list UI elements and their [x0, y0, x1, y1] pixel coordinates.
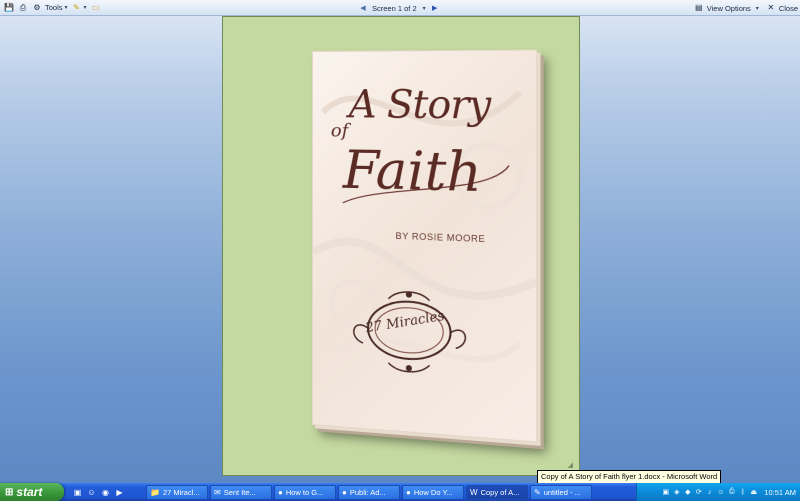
shield-icon[interactable]: ◈ — [672, 488, 681, 497]
start-label: start — [16, 485, 43, 499]
ornament-emblem — [343, 281, 477, 380]
firefox-icon: ● — [278, 487, 283, 497]
paint-icon: ✎ — [534, 487, 541, 497]
taskbar-item-label: Copy of A... — [480, 487, 520, 497]
taskbar-item-label: How Do Y... — [413, 487, 453, 497]
chevron-down-icon[interactable]: ▾ — [756, 5, 759, 12]
save-icon[interactable]: 💾 — [4, 3, 14, 13]
taskbar-item-label: Publi: Ad... — [349, 487, 386, 497]
taskbar-item[interactable]: ● How to G... — [274, 484, 336, 500]
start-button[interactable]: ⊞ start — [0, 483, 64, 501]
comment-icon[interactable]: ▭ — [91, 3, 101, 13]
document-page[interactable]: A Story of Faith BY ROSIE MOORE 27 Mirac… — [222, 16, 580, 476]
windows-logo-icon: ⊞ — [5, 486, 14, 498]
taskbar-item-label: Sent Ite... — [223, 487, 256, 497]
taskbar-item[interactable]: ✎ untitled - ... — [530, 484, 592, 500]
tools-icon: ⚙ — [33, 2, 41, 12]
system-tray: ▣ ◈ ◆ ⟳ ♪ ☺ ⎙ ᛒ ⏏ 10:51 AM — [636, 483, 800, 501]
view-options-button[interactable]: View Options — [707, 4, 751, 13]
flyer-title-line-3: Faith — [342, 140, 482, 205]
taskbar-item-label: untitled - ... — [543, 487, 581, 497]
firefox-icon: ● — [342, 487, 347, 497]
volume-icon[interactable]: ♪ — [705, 488, 714, 497]
right-toolbar: ▤ View Options ▾ ✕ Close — [690, 0, 798, 16]
taskbar-item[interactable]: ✉ Sent Ite... — [210, 484, 272, 500]
taskbar-tooltip: Copy of A Story of Faith flyer 1.docx - … — [537, 470, 722, 484]
taskbar: ⊞ start ▣ ☺ ◉ ▶ 📁 27 Miracl... ✉ Sent It… — [0, 483, 800, 501]
update-icon[interactable]: ⟳ — [694, 488, 703, 497]
screen-indicator[interactable]: Screen 1 of 2 — [372, 4, 417, 13]
previous-screen-icon[interactable]: ◀ — [358, 2, 368, 14]
print-icon[interactable]: ⎙ — [18, 3, 28, 13]
flyer-image: A Story of Faith BY ROSIE MOORE 27 Mirac… — [312, 49, 538, 443]
network-icon[interactable]: ▣ — [661, 488, 670, 497]
show-desktop-icon[interactable]: ▣ — [72, 487, 83, 498]
tools-menu[interactable]: Tools — [45, 3, 63, 12]
chevron-down-icon[interactable]: ▾ — [84, 4, 87, 11]
messenger-icon[interactable]: ☺ — [716, 488, 725, 497]
firefox-icon: ● — [406, 487, 411, 497]
outlook-icon: ✉ — [214, 487, 221, 497]
antivirus-icon[interactable]: ◆ — [683, 488, 692, 497]
folder-icon: 📁 — [150, 487, 160, 497]
safely-remove-icon[interactable]: ⏏ — [749, 488, 758, 497]
taskbar-item[interactable]: ● How Do Y... — [402, 484, 464, 500]
media-icon[interactable]: ▶ — [114, 487, 125, 498]
flyer-title-line-2: of — [330, 120, 349, 142]
screen-navigator: ◀ Screen 1 of 2 ▾ ▶ — [358, 0, 440, 16]
quick-launch: ▣ ☺ ◉ ▶ — [72, 487, 144, 498]
chevron-down-icon[interactable]: ▾ — [423, 5, 426, 12]
reading-toolbar: 💾 ⎙ ⚙ Tools ▾ ✎ ▾ ▭ ◀ Screen 1 of 2 ▾ ▶ … — [0, 0, 800, 16]
messenger-icon[interactable]: ☺ — [86, 487, 97, 498]
clock[interactable]: 10:51 AM — [764, 488, 796, 497]
browser-icon[interactable]: ◉ — [100, 487, 111, 498]
flyer-title-line-1: A Story — [348, 82, 491, 128]
close-button[interactable]: Close — [779, 4, 798, 13]
bluetooth-icon[interactable]: ᛒ — [738, 488, 747, 497]
printer-icon[interactable]: ⎙ — [727, 488, 736, 497]
taskbar-item-label: How to G... — [285, 487, 324, 497]
taskbar-item-label: 27 Miracl... — [162, 487, 200, 497]
resize-grip-icon[interactable]: ◢ — [568, 461, 573, 469]
word-icon: W — [470, 487, 478, 497]
chevron-down-icon[interactable]: ▾ — [65, 4, 68, 11]
highlighter-icon[interactable]: ✎ — [72, 3, 82, 13]
close-icon[interactable]: ✕ — [766, 3, 776, 13]
next-screen-icon[interactable]: ▶ — [430, 2, 440, 14]
taskbar-item-active[interactable]: W Copy of A... — [466, 484, 528, 500]
taskbar-item[interactable]: ● Publi: Ad... — [338, 484, 400, 500]
taskbar-item[interactable]: 📁 27 Miracl... — [146, 484, 208, 500]
view-options-icon: ▤ — [694, 3, 703, 12]
